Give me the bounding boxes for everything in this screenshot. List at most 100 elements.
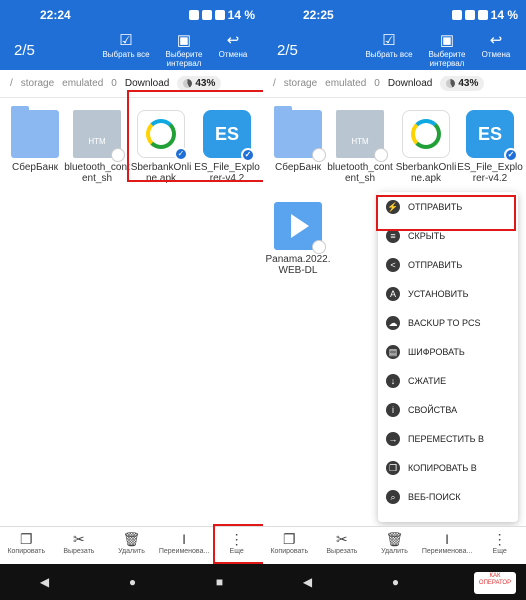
menu-item-web-search[interactable]: ⌕ ВЕБ-ПОИСК: [378, 482, 518, 511]
cancel-label: Отмена: [218, 50, 248, 59]
selection-count: 2/5: [277, 42, 298, 59]
sberbank-app-icon: [402, 110, 450, 158]
menu-item-move[interactable]: → ПЕРЕМЕСТИТЬ В: [378, 424, 518, 453]
crumb-download[interactable]: Download: [388, 78, 432, 89]
status-time: 22:25: [303, 8, 334, 22]
status-bar: 22:25 14 %: [263, 0, 526, 30]
storage-usage-badge[interactable]: 43%: [177, 76, 222, 91]
unchecked-icon[interactable]: [312, 148, 326, 162]
more-vertical-icon: ⋮: [492, 531, 507, 547]
delete-button[interactable]: 🗑 Удалить: [105, 527, 158, 564]
undo-icon: ↩: [226, 32, 240, 49]
text-cursor-icon: I: [182, 531, 187, 547]
file-item[interactable]: СберБанк: [265, 106, 331, 173]
select-interval-label: Выберите интервал: [165, 50, 203, 68]
menu-item-properties[interactable]: i СВОЙСТВА: [378, 395, 518, 424]
file-item[interactable]: HTM bluetooth_content_sh: [327, 110, 393, 184]
checked-icon[interactable]: ✓: [504, 148, 518, 162]
select-interval-button[interactable]: ▣ Выберите интервал: [154, 32, 214, 68]
share-icon: <: [386, 257, 400, 272]
notification-icon: [451, 10, 462, 20]
crumb-storage[interactable]: storage: [284, 78, 317, 89]
menu-label: СКРЫТЬ: [408, 230, 446, 241]
copy-icon: ❐: [283, 531, 296, 547]
text-cursor-icon: I: [445, 531, 450, 547]
rename-button[interactable]: I Переименова...: [421, 527, 474, 564]
file-item[interactable]: СберБанк: [2, 106, 68, 173]
more-button[interactable]: ⋮ Еще: [473, 527, 526, 564]
recents-icon[interactable]: ■: [216, 575, 223, 589]
menu-item-copy-to[interactable]: ❐ КОПИРОВАТЬ В: [378, 453, 518, 482]
more-label: Еще: [492, 548, 507, 555]
crumb-root[interactable]: /: [10, 78, 13, 89]
undo-icon: ↩: [489, 32, 503, 49]
checkbox-icon: ☑: [382, 32, 396, 49]
cut-button[interactable]: ✂ Вырезать: [316, 527, 369, 564]
cut-label: Вырезать: [63, 548, 95, 555]
menu-label: BACKUP TO PCS: [408, 317, 481, 328]
menu-item-encrypt[interactable]: ▤ ШИФРОВАТЬ: [378, 337, 518, 366]
select-all-button[interactable]: ☑ Выбрать все: [359, 32, 419, 59]
menu-label: СЖАТИЕ: [408, 375, 447, 386]
cut-button[interactable]: ✂ Вырезать: [53, 527, 106, 564]
home-icon[interactable]: ●: [392, 575, 399, 589]
interval-icon: ▣: [176, 32, 192, 49]
pie-icon: [183, 79, 193, 88]
file-name: Panama.2022.WEB-DL: [265, 254, 331, 276]
crumb-emulated[interactable]: emulated: [325, 78, 366, 89]
crumb-emulated[interactable]: emulated: [62, 78, 103, 89]
copy-button[interactable]: ❐ Копировать: [0, 527, 53, 564]
wifi-icon: [464, 10, 475, 20]
more-actions-menu: ⚡ ОТПРАВИТЬ ≡ СКРЫТЬ < ОТПРАВИТЬ A УСТАНОВИТ…: [378, 192, 518, 522]
selection-toolbar: 2/5 ☑ Выбрать все ▣ Выберите интервал ↩ …: [0, 30, 263, 70]
es-explorer-app-icon: ES ✓: [466, 110, 518, 162]
select-all-button[interactable]: ☑ Выбрать все: [96, 32, 156, 59]
pie-icon: [446, 79, 456, 88]
crumb-0[interactable]: 0: [374, 78, 380, 89]
copy-button[interactable]: ❐ Копировать: [263, 527, 316, 564]
menu-item-install[interactable]: A УСТАНОВИТЬ: [378, 279, 518, 308]
notification-icon: [188, 10, 199, 20]
crumb-root[interactable]: /: [273, 78, 276, 89]
delete-label: Удалить: [118, 548, 145, 555]
select-interval-button[interactable]: ▣ Выберите интервал: [417, 32, 477, 68]
checkbox-icon: ☑: [119, 32, 133, 49]
watermark-logo: КАК ОПЕРАТОР: [474, 572, 516, 594]
menu-item-compress[interactable]: ↓ СЖАТИЕ: [378, 366, 518, 395]
file-item-selected[interactable]: SberbankOnline.apk: [393, 110, 459, 184]
left-screen: 22:24 14 % 2/5 ☑ Выбрать все ▣ Выберите …: [0, 0, 263, 600]
back-icon[interactable]: ◀: [40, 575, 49, 589]
unchecked-icon[interactable]: [312, 240, 326, 254]
file-item[interactable]: Panama.2022.WEB-DL: [265, 202, 331, 276]
menu-label: УСТАНОВИТЬ: [408, 288, 469, 299]
crumb-0[interactable]: 0: [111, 78, 117, 89]
unchecked-icon[interactable]: [111, 148, 125, 162]
menu-item-backup[interactable]: ☁ BACKUP TO PCS: [378, 308, 518, 337]
htm-text: HTM: [88, 137, 106, 146]
cancel-button[interactable]: ↩ Отмена: [207, 32, 259, 59]
file-item[interactable]: HTM bluetooth_content_sh: [64, 110, 130, 184]
cancel-button[interactable]: ↩ Отмена: [470, 32, 522, 59]
menu-label: ШИФРОВАТЬ: [408, 346, 465, 357]
folder-icon: [274, 106, 326, 162]
signal-icon: [214, 10, 225, 20]
home-icon[interactable]: ●: [129, 575, 136, 589]
file-name: СберБанк: [12, 162, 58, 173]
crumb-download[interactable]: Download: [125, 78, 169, 89]
file-name: SberbankOnline.apk: [395, 162, 457, 184]
crumb-storage[interactable]: storage: [21, 78, 54, 89]
back-icon[interactable]: ◀: [303, 575, 312, 589]
unchecked-icon[interactable]: [374, 148, 388, 162]
scissors-icon: ✂: [73, 531, 85, 547]
delete-button[interactable]: 🗑 Удалить: [368, 527, 421, 564]
menu-label: ОТПРАВИТЬ: [408, 259, 463, 270]
file-item-selected[interactable]: ES ✓ ES_File_Explorer-v4.2: [457, 110, 523, 184]
storage-usage-badge[interactable]: 43%: [440, 76, 485, 91]
selection-toolbar: 2/5 ☑ Выбрать все ▣ Выберите интервал ↩ …: [263, 30, 526, 70]
menu-item-share[interactable]: < ОТПРАВИТЬ: [378, 250, 518, 279]
html-file-icon: HTM: [336, 110, 388, 162]
rename-button[interactable]: I Переименова...: [158, 527, 211, 564]
info-icon: i: [386, 402, 400, 417]
select-all-label: Выбрать все: [365, 50, 413, 59]
move-icon: →: [386, 431, 400, 446]
